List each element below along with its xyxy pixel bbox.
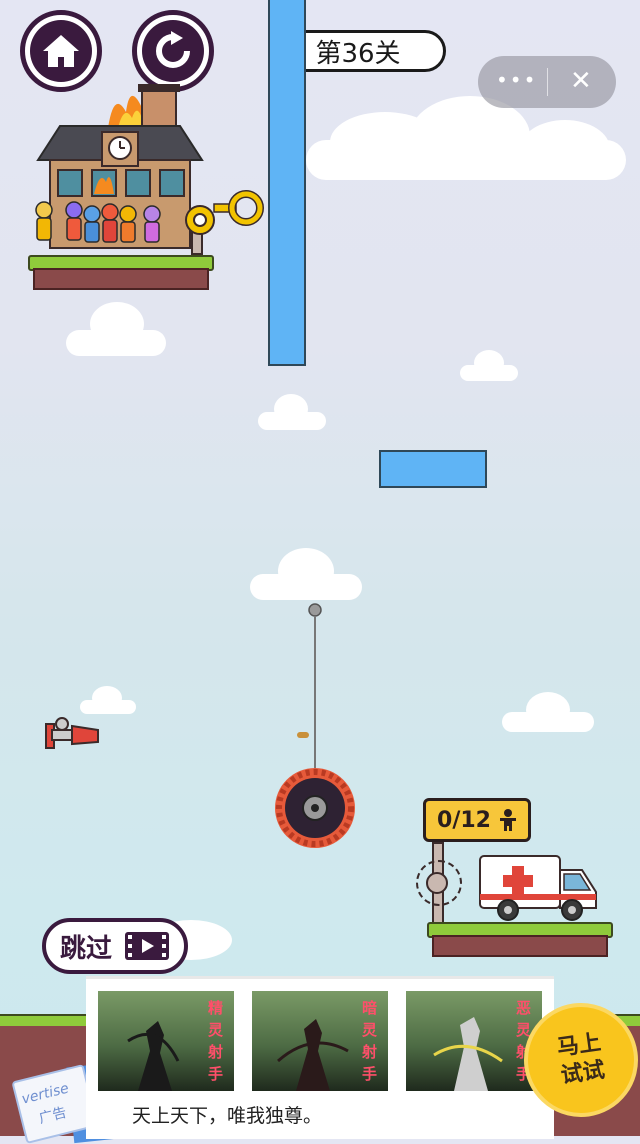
skip-button[interactable]: 跳过 (42, 918, 188, 974)
ad-image-2[interactable]: 暗灵射手 (252, 991, 388, 1091)
ad-stamp-text2: 广告 (37, 1104, 69, 1128)
restart-icon (156, 31, 190, 68)
cloud (90, 302, 144, 346)
blue-block (379, 450, 487, 488)
skip-label: 跳过 (59, 933, 112, 964)
cloud (274, 394, 308, 424)
cloud (520, 120, 610, 178)
cannon (45, 717, 99, 749)
video-icon (125, 932, 169, 960)
person-icon (499, 809, 516, 831)
try-now-line2: 试试 (559, 1057, 607, 1089)
ad-image-3[interactable]: 恶灵射手 (406, 991, 542, 1091)
home-icon (43, 35, 79, 67)
more-button[interactable]: ••• (496, 68, 537, 92)
hanging-saw (275, 603, 355, 848)
ambulance (479, 855, 597, 921)
rescue-counter: 0/12 (423, 798, 531, 842)
bullet (297, 732, 309, 738)
soil-block (432, 935, 608, 957)
ad-title-2: 暗灵射手 (362, 999, 378, 1083)
cloud (410, 96, 530, 176)
ad-caption: 天上天下，唯我独尊。 (132, 1105, 323, 1127)
cloud (92, 686, 122, 710)
ad-title-1: 精灵射手 (208, 999, 224, 1083)
rescue-count: 0/12 (437, 807, 491, 833)
ad-image-1[interactable]: 精灵射手 (98, 991, 234, 1091)
ad-card[interactable]: 精灵射手 暗灵射手 恶灵射手 天上天下，唯我独尊。 (86, 976, 554, 1139)
blue-pillar (268, 0, 306, 366)
close-button[interactable]: ✕ (570, 66, 592, 96)
pull-pin[interactable] (182, 190, 272, 260)
soil-block (33, 268, 209, 290)
capsule-divider (547, 68, 548, 96)
cloud (526, 692, 570, 728)
cloud (278, 548, 334, 594)
miniprogram-capsule: ••• ✕ (478, 56, 616, 108)
gate-arc (416, 860, 462, 906)
cloud (474, 350, 504, 376)
